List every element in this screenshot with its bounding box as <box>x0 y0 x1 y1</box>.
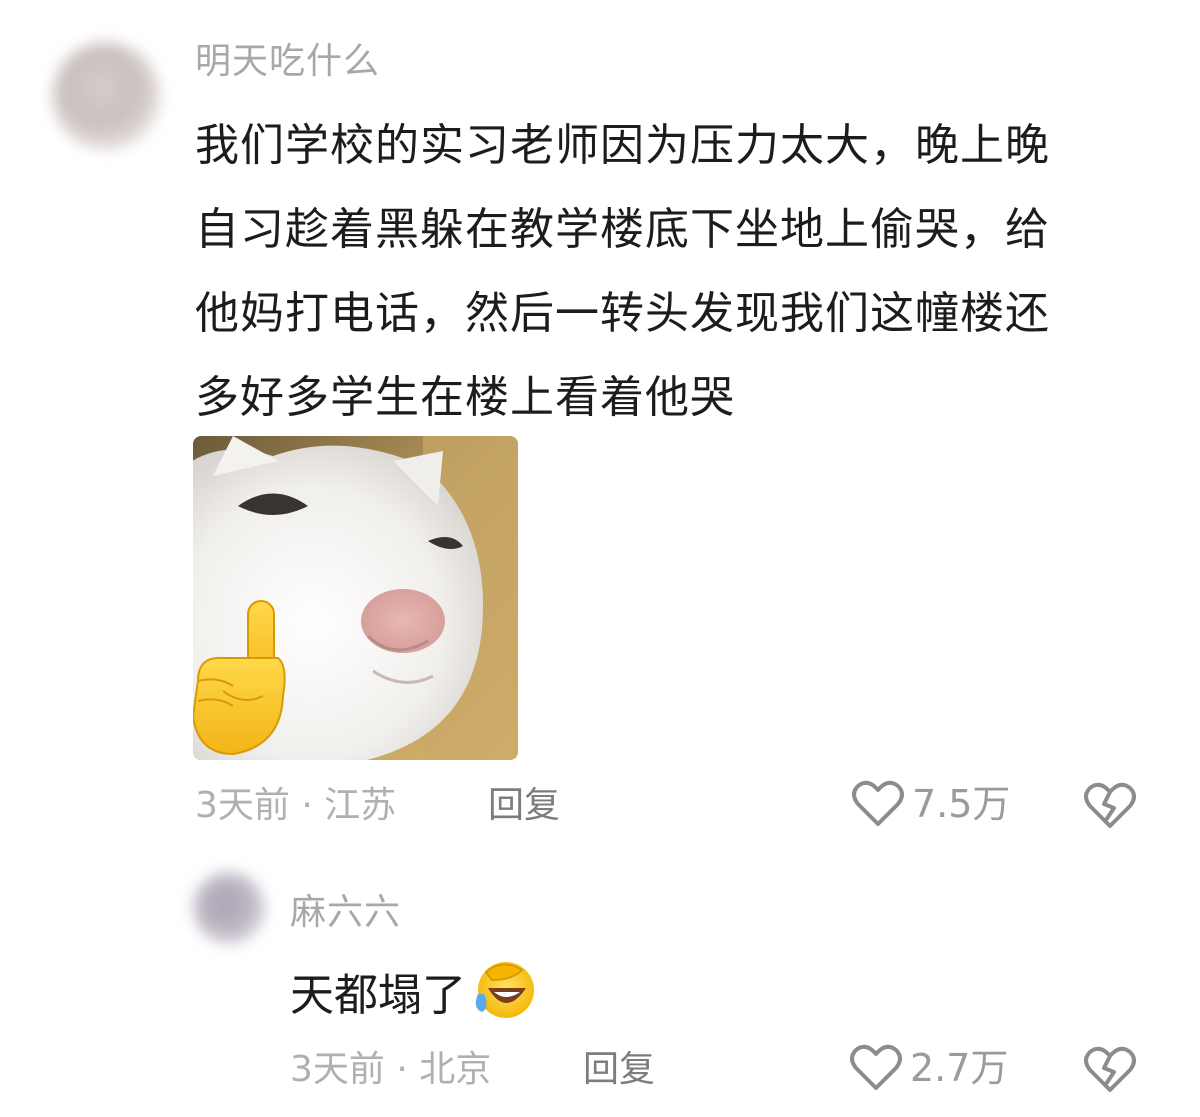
reply-like-count: 2.7万 <box>910 1046 1009 1090</box>
comment-username[interactable]: 明天吃什么 <box>195 44 380 80</box>
reply-dislike-button[interactable] <box>1084 1046 1136 1098</box>
broken-heart-icon <box>1084 782 1136 828</box>
reply-meta: 3天前 · 北京 <box>290 1049 492 1090</box>
comment-text: 我们学校的实习老师因为压力太大，晚上晚 自习趁着黑躲在教学楼底下坐地上偷哭，给 … <box>195 104 1125 440</box>
reply-content: 天都塌了 <box>290 958 538 1034</box>
comment-text-line: 他妈打电话，然后一转头发现我们这幢楼还 <box>195 288 1050 339</box>
heart-outline-icon <box>850 1044 902 1090</box>
reply-reply-button[interactable]: 回复 <box>583 1052 655 1088</box>
comment-image[interactable] <box>193 436 518 760</box>
avatar[interactable] <box>52 42 160 150</box>
like-count: 7.5万 <box>912 782 1011 826</box>
comment-text-line: 多好多学生在楼上看着他哭 <box>195 372 735 423</box>
broken-heart-icon <box>1084 1046 1136 1092</box>
face-palm-laugh-emoji <box>472 958 538 1034</box>
reply-button[interactable]: 回复 <box>488 788 560 824</box>
cat-pointing-image <box>193 436 518 760</box>
comment-text-line: 我们学校的实习老师因为压力太大，晚上晚 <box>195 120 1050 171</box>
dislike-button[interactable] <box>1084 782 1136 834</box>
heart-outline-icon <box>852 780 904 826</box>
like-button[interactable]: 7.5万 <box>852 780 1010 828</box>
comment-text-line: 自习趁着黑躲在教学楼底下坐地上偷哭，给 <box>195 204 1050 255</box>
reply-text: 天都塌了 <box>290 970 466 1021</box>
reply-username[interactable]: 麻六六 <box>290 895 401 931</box>
reply-like-button[interactable]: 2.7万 <box>850 1044 1008 1092</box>
reply-avatar[interactable] <box>193 872 265 944</box>
comment-meta: 3天前 · 江苏 <box>195 785 397 826</box>
